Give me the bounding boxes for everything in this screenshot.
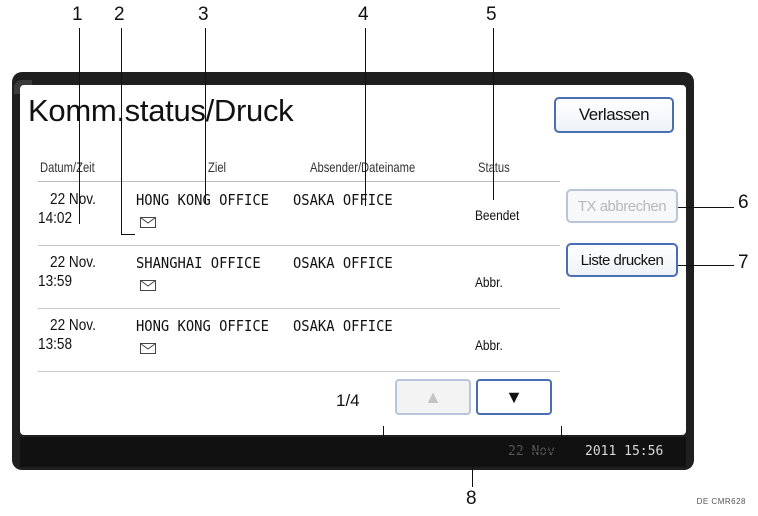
column-header-date: Datum/Zeit: [40, 159, 95, 175]
table-row[interactable]: 22 Nov. 14:02 HONG KONG OFFICE OSAKA OFF…: [38, 183, 560, 246]
row-status: Abbr.: [475, 274, 503, 290]
callout-8: 8: [466, 488, 477, 509]
status-bar: 22 Nov 2011 15:56: [20, 437, 686, 467]
callout-4: 4: [358, 4, 369, 25]
row-time: 13:59: [38, 273, 73, 290]
table-row[interactable]: 22 Nov. 13:58 HONG KONG OFFICE OSAKA OFF…: [38, 309, 560, 372]
row-sender: OSAKA OFFICE: [293, 191, 393, 209]
page-up-button[interactable]: ▲: [395, 379, 471, 415]
status-bar-time: 2011 15:56: [585, 444, 664, 459]
touch-screen: Komm.status/Druck Verlassen Datum/Zeit Z…: [20, 85, 686, 435]
callout-line-3: [205, 28, 206, 204]
row-date: 22 Nov.: [50, 317, 96, 334]
callout-line-8: [472, 451, 473, 487]
row-status: Abbr.: [475, 337, 503, 353]
page-down-button[interactable]: ▼: [476, 379, 552, 415]
column-header-sender: Absender/Dateiname: [310, 159, 416, 175]
header-divider: [38, 181, 560, 182]
row-sender: OSAKA OFFICE: [293, 254, 393, 272]
callout-line-7: [678, 265, 734, 266]
callout-5: 5: [486, 4, 497, 25]
table-row[interactable]: 22 Nov. 13:59 SHANGHAI OFFICE OSAKA OFFI…: [38, 246, 560, 309]
row-date: 22 Nov.: [50, 254, 96, 271]
page-indicator: 1/4: [336, 391, 360, 410]
callout-line-1: [79, 28, 80, 224]
column-header-destination: Ziel: [208, 159, 227, 175]
row-destination: SHANGHAI OFFICE: [136, 254, 261, 272]
row-date: 22 Nov.: [50, 191, 96, 208]
callout-line-2: [121, 28, 122, 235]
callout-line-5: [493, 28, 494, 200]
callout-1: 1: [72, 4, 83, 25]
callout-bracket-8-right: [561, 426, 562, 452]
row-destination: HONG KONG OFFICE: [136, 317, 269, 335]
callout-line-6: [678, 207, 734, 208]
callout-2: 2: [114, 4, 125, 25]
print-list-button[interactable]: Liste drucken: [566, 243, 678, 277]
page-title: Komm.status/Druck: [28, 93, 294, 128]
cancel-tx-button[interactable]: TX abbrechen: [566, 189, 678, 223]
envelope-icon: [140, 217, 156, 228]
callout-3: 3: [198, 4, 209, 25]
exit-button[interactable]: Verlassen: [554, 97, 674, 133]
arrow-down-icon: ▼: [505, 386, 523, 407]
row-destination: HONG KONG OFFICE: [136, 191, 269, 209]
callout-7: 7: [738, 252, 749, 273]
row-time: 13:58: [38, 336, 73, 353]
envelope-icon: [140, 343, 156, 354]
callout-line-4: [365, 28, 366, 206]
callout-6: 6: [738, 192, 749, 213]
reference-code: DE CMR628: [696, 497, 746, 506]
arrow-up-icon: ▲: [424, 386, 442, 407]
row-status: Beendet: [475, 207, 520, 223]
row-sender: OSAKA OFFICE: [293, 317, 393, 335]
row-time: 14:02: [38, 210, 73, 227]
callout-bracket-8-left: [383, 426, 384, 452]
callout-line-2-h: [121, 234, 135, 235]
envelope-icon: [140, 280, 156, 291]
